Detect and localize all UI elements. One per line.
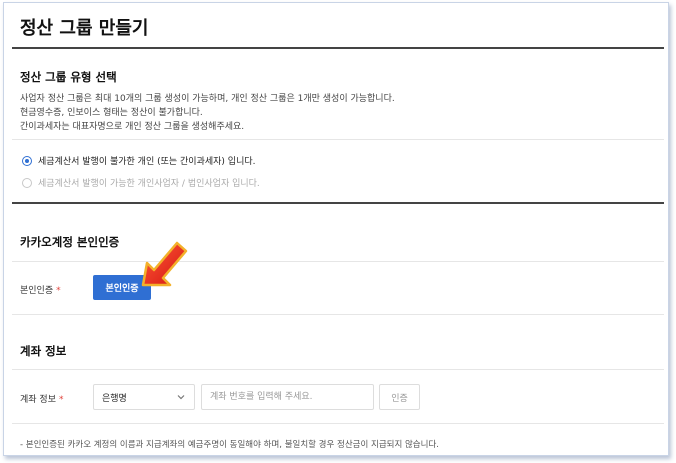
account-bottom-divider [12, 423, 664, 424]
group-type-description-1: 사업자 정산 그룹은 최대 10개의 그룹 생성이 가능하며, 개인 정산 그룹… [20, 94, 395, 104]
account-title: 계좌 정보 [20, 344, 67, 358]
account-field-label: 계좌 정보 * [20, 392, 63, 405]
account-verify-button[interactable]: 인증 [379, 384, 420, 410]
red-arrow-annotation-icon [141, 241, 188, 287]
page-title: 정산 그룹 만들기 [20, 18, 149, 39]
identity-field-label: 본인인증 * [20, 283, 61, 296]
radio-option-individual-label[interactable]: 세금계산서 발행이 불가한 개인 (또는 간이과세자) 입니다. [38, 154, 256, 167]
radio-checked-icon[interactable] [22, 155, 32, 166]
account-notice: - 본인인증된 카카오 계정의 이름과 지급계좌의 예금주명이 동일해야 하며,… [20, 440, 439, 450]
bank-select-value: 은행명 [102, 393, 127, 404]
group-type-description-3: 간이과세자는 대표자명으로 개인 정산 그룹을 생성해주세요. [20, 122, 245, 132]
identity-divider [12, 261, 664, 262]
identity-label-text: 본인인증 [20, 286, 54, 296]
radio-unchecked-icon[interactable] [22, 177, 32, 188]
account-required-mark: * [58, 395, 64, 405]
chevron-down-icon [177, 395, 185, 400]
account-divider [12, 369, 664, 370]
bank-select[interactable]: 은행명 [93, 384, 195, 410]
identity-required-mark: * [56, 286, 61, 296]
radio-option-individual[interactable]: 세금계산서 발행이 불가한 개인 (또는 간이과세자) 입니다. [22, 154, 256, 167]
identity-title: 카카오계정 본인인증 [20, 235, 120, 249]
page-frame: 정산 그룹 만들기 정산 그룹 유형 선택 사업자 정산 그룹은 최대 10개의… [3, 2, 669, 456]
group-type-title: 정산 그룹 유형 선택 [20, 70, 117, 84]
radio-option-business-label[interactable]: 세금계산서 발행이 가능한 개인사업자 / 법인사업자 입니다. [38, 176, 260, 189]
account-number-input[interactable] [201, 384, 374, 410]
title-divider [12, 47, 664, 49]
identity-bottom-divider [12, 314, 664, 315]
account-label-text: 계좌 정보 [20, 395, 56, 405]
group-type-description-2: 현금영수증, 인보이스 형태는 정산이 불가합니다. [20, 108, 203, 118]
radio-option-business[interactable]: 세금계산서 발행이 가능한 개인사업자 / 법인사업자 입니다. [22, 176, 260, 189]
identity-section-divider [12, 202, 664, 204]
group-type-divider [12, 139, 664, 140]
